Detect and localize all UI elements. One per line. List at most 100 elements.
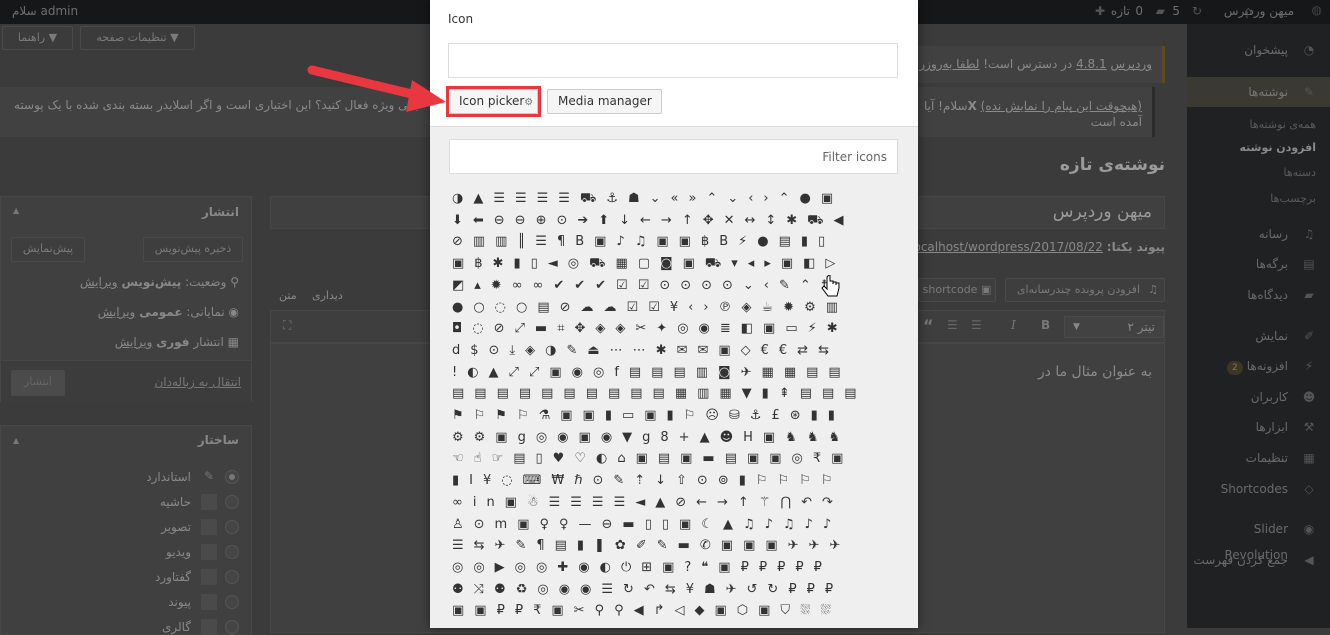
- publish-button[interactable]: انتشار: [11, 370, 65, 396]
- sidebar-item[interactable]: ▦ تنظیمات: [1187, 445, 1330, 471]
- updates-icon[interactable]: ↻: [1192, 4, 1202, 18]
- icon-row[interactable]: ⊘▥▥║☰¶B▣♪♫▣▣฿B⚡●▤▮▯: [452, 232, 912, 252]
- plus-icon[interactable]: ✚: [1095, 4, 1105, 18]
- format-radio[interactable]: [225, 620, 239, 634]
- icon-row[interactable]: ◘◌⊘⤢▬⌗✥◈◈✂✦◎◉≣◧▣▭⚡✱: [452, 319, 912, 339]
- update-version: 4.8.1: [1076, 57, 1107, 71]
- greeting[interactable]: سلام admin: [12, 4, 78, 18]
- settings-icon: ▦: [1303, 451, 1315, 465]
- icon-row[interactable]: ◎◎▶◎◎✚◉◐⏻⊞▣?❝▣₽₽₽₽₽: [452, 558, 912, 578]
- format-select[interactable]: تیتر ۲ ▼: [1064, 316, 1164, 338]
- format-radio[interactable]: [225, 595, 239, 609]
- format-radio[interactable]: [225, 470, 239, 484]
- icon-input[interactable]: [448, 43, 898, 78]
- sidebar-item[interactable]: ◇ Shortcodes: [1187, 476, 1330, 502]
- format-radio[interactable]: [225, 545, 239, 559]
- media-manager-label: Media manager: [558, 94, 652, 108]
- sidebar-item-label: جمع کردن فهرست: [1193, 553, 1288, 567]
- add-media-button[interactable]: ♫ افزودن پرونده چندرسانه‌ای: [1005, 278, 1165, 302]
- numbered-list-icon[interactable]: ☰: [947, 318, 958, 332]
- icon-row[interactable]: ⚉⤨⚉♻◎◉◉☰↻↶⇆¥☗✈↺↻₽₽₽: [452, 580, 912, 600]
- submenu-categories[interactable]: دسته‌ها: [1284, 166, 1316, 179]
- icon-row[interactable]: ☜☝☞▤▯♥♡◐⌂▣▤▣▬▤▣▣◎₹▣: [452, 449, 912, 469]
- shortcode-label: shortcode: [922, 283, 978, 296]
- icon-row[interactable]: ▣▣₽₽₹▣✂⚲⚲◀↱◁◆▣⬡▣⛉⛆⛆: [452, 601, 912, 621]
- sidebar-item[interactable]: ⚡ افزونه‌ها2: [1187, 353, 1330, 379]
- sidebar-item[interactable]: ▰ دیدگاه‌ها: [1187, 282, 1330, 308]
- icon-row[interactable]: ▣฿✱▮▯◄◎⛟▦▢◙▣⛟▾◂▸▣◧▷: [452, 254, 912, 274]
- edit-schedule-link[interactable]: ویرایش: [115, 335, 153, 349]
- blockquote-icon[interactable]: “: [923, 316, 934, 335]
- comments-icon[interactable]: ▰: [1156, 4, 1165, 18]
- bullet-list-icon[interactable]: ☰: [971, 318, 982, 332]
- comments-icon: ▰: [1304, 288, 1314, 302]
- code-icon: ◇: [1304, 482, 1314, 496]
- icon-row[interactable]: ▤▤▤▤▤▤▤▤▤▤▦▥▦▼▮⇞▤▤▤: [452, 384, 912, 404]
- wordpress-logo-icon[interactable]: ◍: [1312, 3, 1322, 17]
- preview-button[interactable]: پیش‌نمایش: [11, 237, 85, 262]
- sidebar-item[interactable]: ▤ برگه‌ها: [1187, 251, 1330, 277]
- icon-row[interactable]: ∞in▣☃☰☰☰☰◄▲⊘←→↑⚚⋂↶↷: [452, 493, 912, 513]
- users-icon: ☻: [1302, 390, 1316, 404]
- icon-row[interactable]: ♙⊙m▣♀♀—⊖▬▯▯▣☾▲♫♪♫♪♪: [452, 515, 912, 535]
- format-radio[interactable]: [225, 520, 239, 534]
- sidebar-item[interactable]: ♫ رسانه: [1187, 221, 1330, 247]
- icon-row[interactable]: ●○◌○▤⊘☁☁☑☑¥‹›℗◈☕✹⚙▥: [452, 298, 912, 318]
- sidebar-item-label: ابزارها: [1255, 420, 1288, 434]
- media-icon: ♫: [1148, 283, 1158, 296]
- format-option-label: استاندارد: [146, 470, 191, 484]
- bold-icon[interactable]: B: [1041, 318, 1050, 332]
- save-draft-button[interactable]: ذخیره پیش‌نویس: [143, 237, 243, 262]
- schedule-value: فوری: [156, 335, 190, 349]
- sidebar-item[interactable]: ✎ نوشته‌ها: [1187, 77, 1330, 107]
- help-button[interactable]: راهنما ▼: [2, 26, 73, 50]
- comments-count: 0: [1135, 4, 1143, 18]
- submenu-all-posts[interactable]: همه‌ی نوشته‌ها: [1250, 118, 1317, 131]
- sidebar-item-label: پیشخوان: [1244, 43, 1288, 57]
- icon-row[interactable]: d$⊙⤓◈◑✎⏏⋯⋯✱✉✉▣◇€€⇄⇆: [452, 341, 912, 361]
- tab-text[interactable]: متن: [279, 289, 297, 302]
- icon-row[interactable]: ◩▴✹∞∞✔✔✔☑☑⊙⊙⊙⊙⌄‹✎⌃☨: [452, 276, 912, 296]
- icon-row[interactable]: ⚙⚙▣g◎◉▣◉▼g8+▲☻H▣♞♞♞: [452, 428, 912, 448]
- edit-status-link[interactable]: ویرایش: [80, 275, 118, 289]
- highlight-box: [446, 86, 541, 117]
- format-radio[interactable]: [225, 570, 239, 584]
- sidebar-item[interactable]: ◉ Slider Revolution: [1187, 516, 1330, 562]
- site-name-link[interactable]: میهن وردپرس: [1224, 4, 1294, 18]
- sidebar-item[interactable]: ⚒ ابزارها: [1187, 414, 1330, 440]
- sidebar-item[interactable]: ◔ پیشخوان: [1187, 37, 1330, 63]
- shortcode-button[interactable]: shortcode ▣: [918, 278, 996, 302]
- edit-visibility-link[interactable]: ویرایش: [98, 305, 136, 319]
- screen-options-button[interactable]: تنظیمات صفحه ▼: [80, 26, 195, 50]
- dismiss-x[interactable]: X: [968, 99, 977, 113]
- new-content-link[interactable]: تازه: [1111, 4, 1130, 18]
- icon-row[interactable]: ◑▲☰☰☰☰⛟⚓☗⌄«»⌃⌄‹›⌃●▣: [452, 189, 912, 209]
- sidebar-item-label: Shortcodes: [1220, 482, 1288, 496]
- collapse-arrow-icon[interactable]: ▲: [13, 436, 19, 445]
- appearance-icon: ✐: [1303, 329, 1315, 343]
- sidebar-item[interactable]: ✐ نمایش: [1187, 323, 1330, 349]
- media-manager-button[interactable]: Media manager: [547, 89, 662, 114]
- submenu-add-new[interactable]: افزودن نوشته: [1239, 141, 1316, 154]
- icon-row[interactable]: ▮I¥◌⌨₩ℏ⊙✎⇡↓⇧⊙⊚▮⚐⚐⚐⚐: [452, 471, 912, 491]
- update-link[interactable]: لطفا به‌روزر: [919, 57, 979, 71]
- italic-icon[interactable]: I: [1011, 318, 1016, 332]
- calendar-icon: ▦: [227, 335, 239, 349]
- icon-row[interactable]: ☰⇆✈✎¶▤▮❚✿✐✎▬✆▣▣▣✈✈✈: [452, 536, 912, 556]
- tab-visual[interactable]: دیداری: [312, 289, 343, 302]
- fullscreen-icon[interactable]: ⛶: [283, 318, 291, 333]
- dismiss-link[interactable]: (هیچوقت این پیام را نمایش نده): [981, 99, 1142, 113]
- move-to-trash-link[interactable]: انتقال به زباله‌دان: [154, 375, 241, 389]
- sidebar-item[interactable]: ◀ جمع کردن فهرست: [1187, 547, 1330, 573]
- format-icon: [201, 519, 217, 535]
- format-radio[interactable]: [225, 495, 239, 509]
- submenu-tags[interactable]: برچسب‌ها: [1270, 192, 1316, 205]
- icon-row[interactable]: ⚑⚐⚑⚐⚗▣▣▮▭▣▮⚐☹⛁⚓£⊛▮▮: [452, 406, 912, 426]
- dashboard-icon: ◔: [1303, 43, 1315, 57]
- red-arrow-annotation: [307, 65, 446, 112]
- icon-row[interactable]: ⬇⬅⊖⊖⊕⊙➔⬆↓←→↑✥✕↔↕✱⛟◀: [452, 211, 912, 231]
- sidebar-item[interactable]: ☻ کاربران: [1187, 384, 1330, 410]
- filter-icons-input[interactable]: Filter icons: [449, 139, 898, 174]
- icon-row[interactable]: !◐▲⤢⤢▣◉◎f▤▤▤▥◙✈▦▦▤▤: [452, 363, 912, 383]
- collapse-arrow-icon[interactable]: ▲: [13, 206, 19, 215]
